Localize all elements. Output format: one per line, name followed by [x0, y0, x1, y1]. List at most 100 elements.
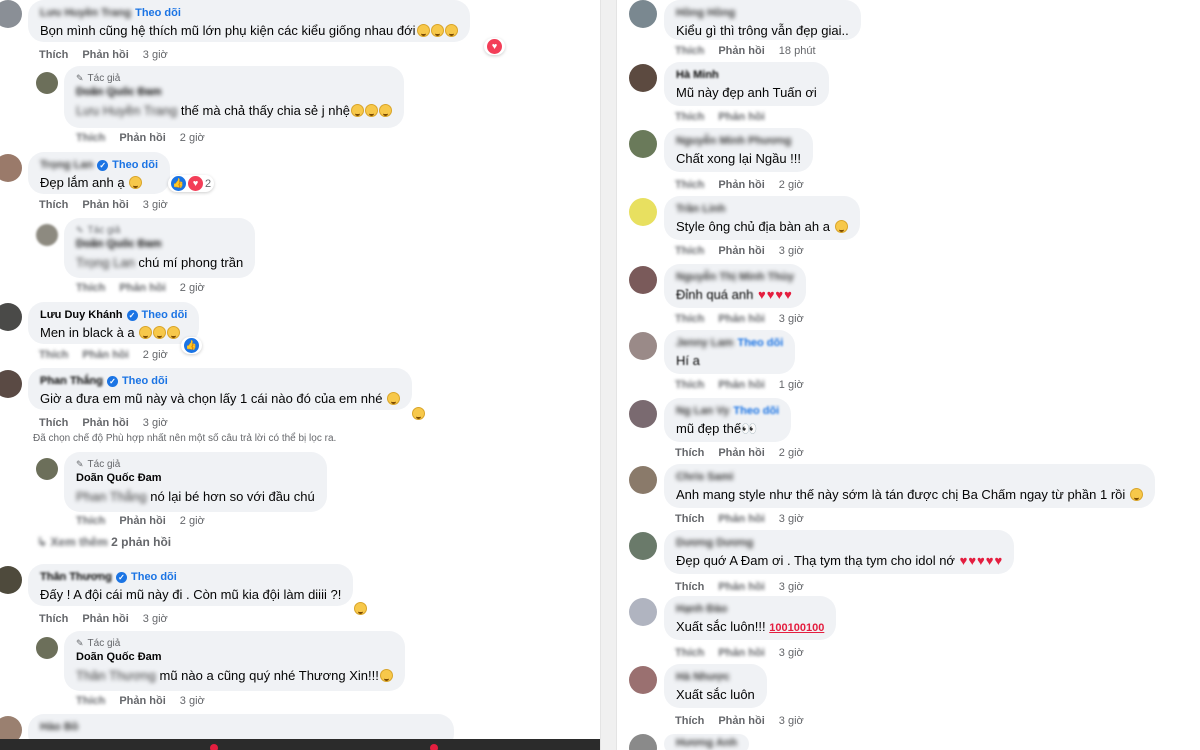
like-button[interactable]: Thích: [39, 613, 68, 625]
like-button[interactable]: Thích: [675, 245, 704, 257]
avatar[interactable]: [629, 532, 657, 560]
avatar[interactable]: [0, 370, 22, 398]
timestamp[interactable]: 3 giờ: [779, 581, 804, 593]
reply-button[interactable]: Phản hồi: [718, 447, 764, 459]
avatar[interactable]: [629, 130, 657, 158]
timestamp[interactable]: 2 giờ: [143, 349, 168, 361]
avatar[interactable]: [0, 303, 22, 331]
reply-button[interactable]: Phản hồi: [119, 132, 165, 144]
reply-button[interactable]: Phản hồi: [82, 417, 128, 429]
commenter-name[interactable]: Chris Sami: [676, 471, 733, 483]
like-button[interactable]: Thích: [76, 695, 105, 707]
timestamp[interactable]: 3 giờ: [180, 695, 205, 707]
reply-button[interactable]: Phản hồi: [718, 647, 764, 659]
follow-link[interactable]: Theo dõi: [131, 571, 177, 583]
mention-tag[interactable]: Phan Thắng: [76, 489, 147, 504]
commenter-name[interactable]: Hồng Hồng: [676, 7, 735, 19]
follow-link[interactable]: Theo dõi: [122, 375, 168, 387]
commenter-name[interactable]: Lưu Duy Khánh: [40, 309, 123, 321]
avatar[interactable]: [629, 332, 657, 360]
author-avatar[interactable]: [36, 72, 58, 94]
reply-button[interactable]: Phản hồi: [82, 49, 128, 61]
avatar[interactable]: [0, 566, 22, 594]
mention-tag[interactable]: Trọng Lan: [76, 255, 135, 270]
commenter-name[interactable]: Thân Thương: [40, 571, 112, 583]
avatar[interactable]: [629, 734, 657, 750]
avatar[interactable]: [0, 0, 22, 28]
reply-button[interactable]: Phản hồi: [718, 245, 764, 257]
follow-link[interactable]: Theo dõi: [135, 7, 181, 19]
timestamp[interactable]: 3 giờ: [143, 49, 168, 61]
like-button[interactable]: Thích: [675, 447, 704, 459]
reaction-summary[interactable]: 👍 ♥ 2: [168, 175, 215, 192]
view-more-replies-link[interactable]: ↳ Xem thêm 2 phản hồi: [37, 535, 171, 549]
avatar[interactable]: [629, 466, 657, 494]
reply-button[interactable]: Phản hồi: [119, 282, 165, 294]
timestamp[interactable]: 18 phút: [779, 45, 816, 57]
follow-link[interactable]: Theo dõi: [142, 309, 188, 321]
commenter-name[interactable]: Hào Bồ: [40, 721, 79, 733]
timestamp[interactable]: 2 giờ: [180, 515, 205, 527]
commenter-name[interactable]: Hà Minh: [676, 69, 719, 81]
reply-button[interactable]: Phản hồi: [82, 349, 128, 361]
avatar[interactable]: [629, 266, 657, 294]
commenter-name[interactable]: Trần Linh: [676, 203, 726, 215]
like-button[interactable]: Thích: [675, 581, 704, 593]
commenter-name[interactable]: Hà Nhược: [676, 671, 730, 683]
avatar[interactable]: [0, 154, 22, 182]
reply-button[interactable]: Phản hồi: [119, 515, 165, 527]
like-button[interactable]: Thích: [39, 349, 68, 361]
avatar[interactable]: [629, 666, 657, 694]
avatar[interactable]: [629, 598, 657, 626]
avatar[interactable]: [629, 198, 657, 226]
timestamp[interactable]: 3 giờ: [143, 199, 168, 211]
like-button[interactable]: Thích: [76, 282, 105, 294]
reply-button[interactable]: Phản hồi: [718, 581, 764, 593]
reaction-summary[interactable]: [350, 601, 370, 616]
commenter-name[interactable]: Phan Thắng: [40, 375, 103, 387]
mention-tag[interactable]: Lưu Huyền Trang: [76, 103, 177, 118]
commenter-name[interactable]: Hạnh Đào: [676, 603, 727, 615]
reaction-summary[interactable]: ♥: [484, 38, 505, 55]
mention-tag[interactable]: Thân Thương: [76, 668, 156, 683]
reply-button[interactable]: Phản hồi: [718, 45, 764, 57]
like-button[interactable]: Thích: [76, 132, 105, 144]
like-button[interactable]: Thích: [39, 49, 68, 61]
follow-link[interactable]: Theo dõi: [737, 337, 783, 349]
like-button[interactable]: Thích: [675, 313, 704, 325]
reaction-summary[interactable]: [408, 406, 428, 421]
commenter-name[interactable]: Jenny Lam: [676, 337, 733, 349]
like-button[interactable]: Thích: [675, 513, 704, 525]
like-button[interactable]: Thích: [39, 417, 68, 429]
replier-name[interactable]: Doãn Quốc Đam: [76, 651, 393, 665]
commenter-name[interactable]: Nguyễn Minh Phương: [676, 135, 791, 147]
avatar[interactable]: [629, 400, 657, 428]
like-button[interactable]: Thích: [675, 179, 704, 191]
reply-button[interactable]: Phản hồi: [718, 379, 764, 391]
reply-button[interactable]: Phản hồi: [82, 613, 128, 625]
like-button[interactable]: Thích: [675, 379, 704, 391]
reply-button[interactable]: Phản hồi: [718, 715, 764, 727]
reply-button[interactable]: Phản hồi: [718, 313, 764, 325]
commenter-name[interactable]: Hương Anh: [676, 737, 737, 749]
timestamp[interactable]: 3 giờ: [779, 647, 804, 659]
timestamp[interactable]: 3 giờ: [143, 417, 168, 429]
timestamp[interactable]: 3 giờ: [779, 245, 804, 257]
follow-link[interactable]: Theo dõi: [733, 405, 779, 417]
timestamp[interactable]: 2 giờ: [180, 282, 205, 294]
commenter-name[interactable]: Lưu Huyền Trang: [40, 7, 131, 19]
timestamp[interactable]: 2 giờ: [779, 179, 804, 191]
timestamp[interactable]: 1 giờ: [779, 379, 804, 391]
avatar[interactable]: [629, 64, 657, 92]
commenter-name[interactable]: Nguyễn Thị Minh Thùy: [676, 271, 794, 283]
timestamp[interactable]: 3 giờ: [779, 313, 804, 325]
timestamp[interactable]: 3 giờ: [143, 613, 168, 625]
avatar[interactable]: [629, 0, 657, 28]
timestamp[interactable]: 2 giờ: [779, 447, 804, 459]
reply-button[interactable]: Phản hồi: [718, 111, 764, 123]
like-button[interactable]: Thích: [675, 111, 704, 123]
timestamp[interactable]: 3 giờ: [779, 513, 804, 525]
reply-button[interactable]: Phản hồi: [718, 513, 764, 525]
commenter-name[interactable]: Ng Lan Vy: [676, 405, 729, 417]
replier-name[interactable]: Doãn Quốc Đam: [76, 238, 243, 252]
